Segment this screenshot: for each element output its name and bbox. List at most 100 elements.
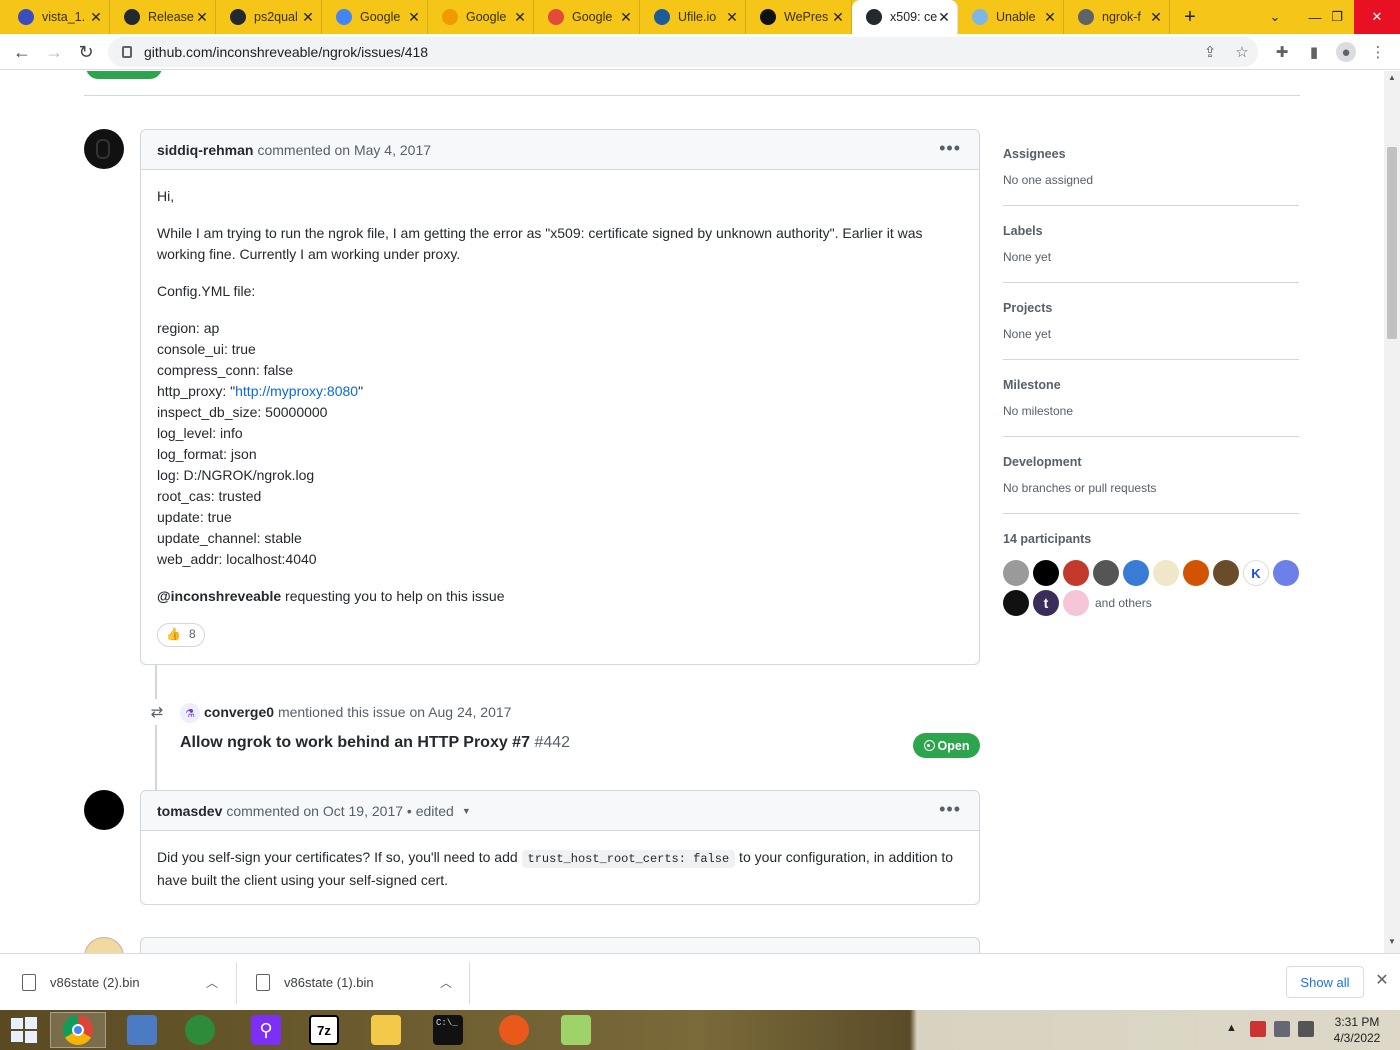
browser-tab[interactable]: Google ✕ (428, 0, 534, 34)
participants-others[interactable]: and others (1095, 596, 1152, 610)
browser-tab-strip: vista_1. ✕ Release ✕ ps2qual ✕ Google ✕ Google ✕ G… (0, 0, 1400, 34)
participant-avatar[interactable] (1003, 590, 1029, 616)
browser-tab[interactable]: ngrok-f ✕ (1064, 0, 1170, 34)
proxy-link[interactable]: http://myproxy:8080 (235, 383, 358, 399)
restore-icon[interactable]: ❐ (1320, 0, 1354, 34)
tab-title: WePres (784, 10, 829, 24)
browser-tab[interactable]: Ufile.io ✕ (640, 0, 746, 34)
browser-tab[interactable]: Google ✕ (534, 0, 640, 34)
tray-flag-icon[interactable] (1250, 1021, 1266, 1037)
tab-search-icon[interactable]: ⌄ (1258, 0, 1292, 34)
extensions-puzzle-icon[interactable]: ✚ (1272, 42, 1292, 62)
new-tab-button[interactable]: + (1170, 0, 1210, 34)
chrome-taskbar-icon[interactable] (50, 1012, 106, 1048)
profile-icon[interactable]: ● (1336, 42, 1356, 62)
forward-icon[interactable]: → (38, 36, 70, 68)
side-panel-icon[interactable]: ▮ (1304, 42, 1324, 62)
scroll-up-icon[interactable]: ▲ (1384, 73, 1400, 87)
address-bar[interactable]: github.com/inconshreveable/ngrok/issues/… (108, 37, 1258, 67)
tab-close-icon[interactable]: ✕ (937, 9, 951, 26)
sidebar-heading[interactable]: Projects (1003, 301, 1299, 319)
browser-tab[interactable]: Release ✕ (110, 0, 216, 34)
tray-network-icon[interactable] (1274, 1021, 1290, 1037)
comment-paragraph: While I am trying to run the ngrok file,… (157, 225, 923, 262)
comment-options-icon[interactable]: ••• (939, 139, 961, 157)
browser-tab[interactable]: vista_1. ✕ (4, 0, 110, 34)
comment-body: Hi, While I am trying to run the ngrok f… (157, 186, 957, 647)
menu-kebab-icon[interactable]: ⋮ (1368, 42, 1388, 62)
bookmark-star-icon[interactable]: ☆ (1232, 42, 1252, 62)
browser-tab[interactable]: x509: ce ✕ (852, 0, 958, 34)
participant-avatar[interactable] (1153, 560, 1179, 586)
participant-avatar[interactable] (1093, 560, 1119, 586)
tab-close-icon[interactable]: ✕ (195, 9, 209, 26)
reaction-thumbs-up[interactable]: 👍 8 (157, 622, 205, 647)
participant-avatar[interactable] (1183, 560, 1209, 586)
sidebar-heading[interactable]: Labels (1003, 224, 1299, 242)
tab-close-icon[interactable]: ✕ (1043, 9, 1057, 26)
sidebar-heading[interactable]: Milestone (1003, 378, 1299, 396)
notepad-plus-taskbar-icon[interactable] (548, 1012, 604, 1048)
browser-tab[interactable]: Unable ✕ (958, 0, 1064, 34)
comment-author[interactable]: siddiq-rehman (157, 142, 253, 158)
download-menu-chevron-icon[interactable]: ︿ (206, 974, 218, 991)
mention-user[interactable]: converge0 (204, 704, 274, 720)
participant-avatar[interactable] (1003, 560, 1029, 586)
browser-tab[interactable]: ps2qual ✕ (216, 0, 322, 34)
network-computer-taskbar-icon[interactable] (114, 1012, 170, 1048)
sidebar-heading[interactable]: Development (1003, 455, 1299, 473)
taskbar-clock[interactable]: 3:31 PM 4/3/2022 (1322, 1014, 1392, 1046)
reload-icon[interactable]: ↻ (70, 36, 102, 68)
sidebar-heading[interactable]: Assignees (1003, 147, 1299, 165)
download-item[interactable]: v86state (2).bin ︿ (22, 954, 232, 1011)
browser-tab[interactable]: Google ✕ (322, 0, 428, 34)
config-line: log: D:/NGROK/ngrok.log (157, 467, 315, 483)
share-icon[interactable]: ⇪ (1200, 42, 1220, 62)
back-icon[interactable]: ← (6, 36, 38, 68)
app-flame-taskbar-icon[interactable] (486, 1012, 542, 1048)
page-scrollbar[interactable]: ▲ ▼ (1384, 71, 1400, 953)
participant-avatar[interactable] (1033, 560, 1059, 586)
search-app-taskbar-icon[interactable]: ⚲ (238, 1012, 294, 1048)
download-menu-chevron-icon[interactable]: ︿ (440, 974, 452, 991)
participant-avatar[interactable] (1273, 560, 1299, 586)
avatar-converge0[interactable]: ⚗ (180, 703, 200, 723)
user-mention[interactable]: @inconshreveable (157, 588, 281, 604)
referenced-issue-title[interactable]: Allow ngrok to work behind an HTTP Proxy… (180, 734, 530, 751)
tab-close-icon[interactable]: ✕ (301, 9, 315, 26)
avatar-tomasdev[interactable] (84, 790, 124, 830)
tab-close-icon[interactable]: ✕ (407, 9, 421, 26)
comment-author[interactable]: tomasdev (157, 803, 222, 819)
participant-avatar[interactable]: t (1033, 590, 1059, 616)
show-all-downloads-button[interactable]: Show all (1286, 966, 1364, 998)
download-item[interactable]: v86state (1).bin ︿ (256, 954, 466, 1011)
7zip-taskbar-icon[interactable]: 7z (296, 1012, 352, 1048)
command-prompt-taskbar-icon[interactable]: C:\_ (420, 1012, 476, 1048)
start-windows-icon[interactable] (0, 1012, 48, 1048)
edit-history-chevron-icon[interactable]: ▼ (462, 806, 471, 816)
tray-volume-muted-icon[interactable] (1298, 1021, 1314, 1037)
tray-chevron-icon[interactable]: ▲ (1226, 1022, 1237, 1034)
globe-app-taskbar-icon[interactable] (172, 1012, 228, 1048)
comment-options-icon[interactable]: ••• (939, 800, 961, 818)
participant-avatar[interactable] (1213, 560, 1239, 586)
avatar-next-commenter[interactable] (84, 937, 124, 953)
file-explorer-taskbar-icon[interactable] (358, 1012, 414, 1048)
tab-close-icon[interactable]: ✕ (831, 9, 845, 26)
scroll-down-icon[interactable]: ▼ (1384, 937, 1400, 951)
close-downloads-icon[interactable]: ✕ (1372, 970, 1392, 994)
tab-close-icon[interactable]: ✕ (89, 9, 103, 26)
tab-close-icon[interactable]: ✕ (1149, 9, 1163, 26)
tab-close-icon[interactable]: ✕ (619, 9, 633, 26)
participant-avatar[interactable] (1063, 560, 1089, 586)
participant-avatar[interactable] (1063, 590, 1089, 616)
browser-tab[interactable]: WePres ✕ (746, 0, 852, 34)
tab-close-icon[interactable]: ✕ (725, 9, 739, 26)
participant-avatar[interactable]: K (1243, 560, 1269, 586)
tab-close-icon[interactable]: ✕ (513, 9, 527, 26)
scrollbar-thumb[interactable] (1387, 147, 1397, 339)
google-icon (336, 9, 352, 25)
participant-avatar[interactable] (1123, 560, 1149, 586)
window-close-icon[interactable]: ✕ (1354, 0, 1400, 34)
avatar-siddiq-rehman[interactable] (84, 129, 124, 169)
